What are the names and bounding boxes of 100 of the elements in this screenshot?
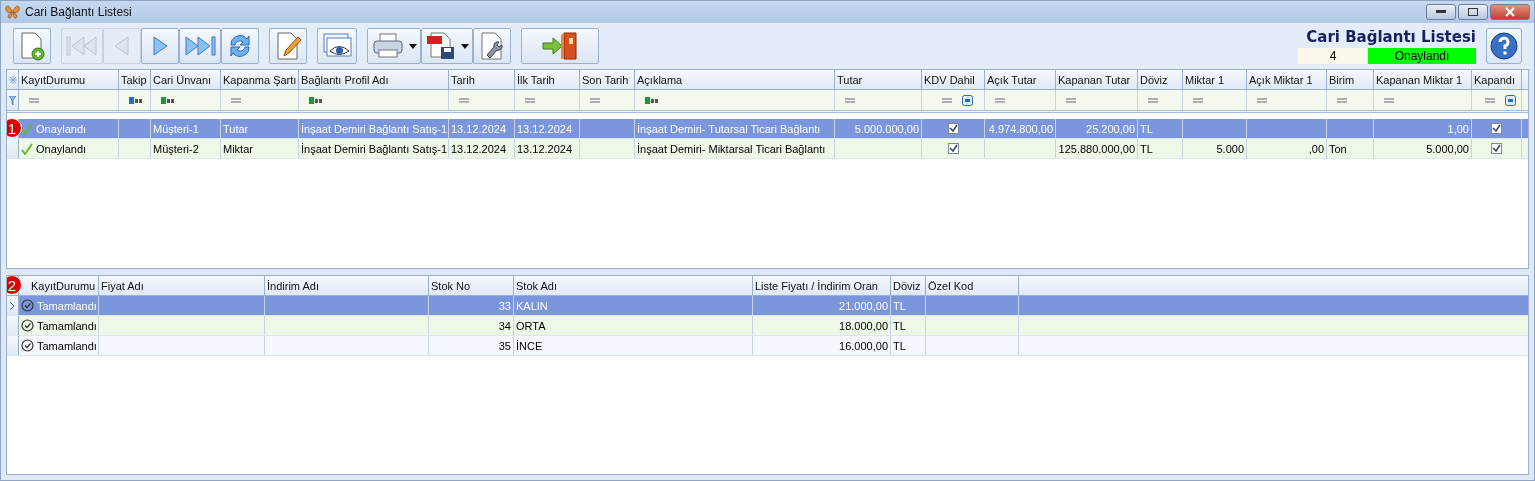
- filter-icon[interactable]: [9, 95, 16, 105]
- equals-filter-icon[interactable]: [1066, 97, 1076, 103]
- equals-filter-icon[interactable]: [459, 97, 469, 103]
- printer-icon: [371, 32, 405, 60]
- text-filter-icon[interactable]: [645, 96, 659, 104]
- edit-button[interactable]: [269, 28, 307, 64]
- settings-button[interactable]: [473, 28, 511, 64]
- table-cell: İnşaat Demiri- Miktarsal Ticari Bağlantı: [635, 139, 835, 158]
- exit-button[interactable]: [521, 28, 599, 64]
- table-cell: TL: [891, 316, 926, 335]
- column-header[interactable]: Tarih: [451, 73, 475, 86]
- checkmark-icon: [21, 142, 33, 155]
- refresh-button[interactable]: [221, 28, 259, 64]
- column-header[interactable]: Miktar 1: [1185, 73, 1225, 86]
- column-header[interactable]: Cari Ünvanı: [153, 73, 212, 86]
- equals-filter-icon[interactable]: [525, 97, 535, 103]
- table-row[interactable]: Tamamlandı 34 ORTA 18.000,00 TL: [7, 316, 1528, 336]
- table-row[interactable]: 1 Onaylandı Müşteri-1 Tutar İnşaat Demiri Bağlantı Satış-1 13.12.2024 13.12.2024 İnşaat Demiri- Tutarsal Ticari Bağlantı 5.000.000,00 4.974.800,00 25.200,00 TL 1,00: [7, 119, 1528, 139]
- column-header[interactable]: Liste Fiyatı / İndirim Oran: [755, 279, 878, 292]
- minimize-button[interactable]: [1426, 4, 1456, 20]
- column-header[interactable]: Birim: [1329, 73, 1355, 86]
- column-header[interactable]: Kapanan Miktar 1: [1376, 73, 1463, 86]
- text-filter-icon[interactable]: [129, 96, 143, 104]
- equals-filter-icon[interactable]: [1257, 97, 1267, 103]
- column-header[interactable]: İndirim Adı: [267, 279, 319, 292]
- equals-filter-icon[interactable]: [29, 97, 39, 103]
- checkmark-icon: [21, 122, 33, 135]
- last-button[interactable]: [179, 28, 221, 64]
- status-text: Tamamlandı: [37, 339, 97, 352]
- column-header[interactable]: Kapanan Tutar: [1058, 73, 1131, 86]
- next-button[interactable]: [141, 28, 179, 64]
- checkbox[interactable]: [947, 123, 959, 134]
- table-cell: Müşteri-1: [151, 119, 221, 138]
- equals-filter-icon[interactable]: [231, 97, 241, 103]
- butterfly-icon: [5, 5, 20, 19]
- column-header[interactable]: Bağlantı Profil Adı: [301, 73, 389, 86]
- record-count: 4: [1298, 48, 1368, 64]
- column-header[interactable]: KayıtDurumu: [21, 73, 86, 86]
- column-header[interactable]: Stok Adı: [516, 279, 557, 292]
- checkbox[interactable]: [1491, 123, 1502, 134]
- maximize-button[interactable]: [1458, 4, 1488, 20]
- text-filter-icon[interactable]: [161, 96, 175, 104]
- column-header[interactable]: Açıklama: [637, 73, 683, 86]
- edit-document-icon: [274, 31, 302, 61]
- table-cell: KALIN: [514, 296, 753, 315]
- column-header[interactable]: İlk Tarih: [517, 73, 555, 86]
- table-cell: 13.12.2024: [449, 139, 515, 158]
- column-header[interactable]: Takip: [121, 73, 147, 86]
- row-header[interactable]: [7, 296, 19, 315]
- new-button[interactable]: [13, 28, 51, 64]
- preview-button[interactable]: [317, 28, 357, 64]
- help-button[interactable]: [1486, 28, 1522, 64]
- checkbox[interactable]: [947, 143, 959, 154]
- pdf-button[interactable]: [421, 28, 473, 64]
- column-header[interactable]: Açık Tutar: [987, 73, 1037, 86]
- column-header[interactable]: Son Tarih: [582, 73, 629, 86]
- table-row[interactable]: Onaylandı Müşteri-2 Miktar İnşaat Demiri Bağlantı Satış-1 13.12.2024 13.12.2024 İnşaat Demiri- Miktarsal Ticari Bağlantı 125.880.000,00 TL 5.000 ,00 Ton 5.000,00: [7, 139, 1528, 159]
- column-header[interactable]: Döviz: [1140, 73, 1168, 86]
- table-row[interactable]: Tamamlandı 35 İNCE 16.000,00 TL: [7, 336, 1528, 356]
- equals-filter-icon[interactable]: [1193, 97, 1203, 103]
- column-header[interactable]: Kapandı: [1474, 73, 1515, 86]
- exit-door-icon: [540, 31, 580, 61]
- table-cell: Ton: [1327, 139, 1374, 158]
- column-header[interactable]: Döviz: [893, 279, 921, 292]
- column-header[interactable]: Stok No: [431, 279, 471, 292]
- minimize-icon: [1436, 10, 1446, 14]
- check-circle-icon: [21, 299, 34, 312]
- checkbox[interactable]: [1491, 143, 1502, 154]
- table-cell: 5.000: [1183, 139, 1247, 158]
- number-badge: 2: [7, 276, 22, 295]
- column-header[interactable]: KayıtDurumu: [31, 279, 96, 292]
- table-cell: 16.000,00: [753, 336, 891, 355]
- equals-filter-icon[interactable]: [1148, 97, 1158, 103]
- text-filter-icon[interactable]: [309, 96, 323, 104]
- column-header[interactable]: Fiyat Adı: [101, 279, 144, 292]
- restore-icon: [1468, 8, 1478, 16]
- equals-filter-icon[interactable]: [590, 97, 600, 103]
- equals-filter-icon[interactable]: [941, 97, 952, 103]
- column-header[interactable]: Açık Miktar 1: [1249, 73, 1313, 86]
- equals-filter-icon[interactable]: [1485, 97, 1495, 103]
- column-header[interactable]: Özel Kod: [928, 279, 974, 292]
- table-cell: Müşteri-2: [151, 139, 221, 158]
- check-circle-icon: [21, 319, 34, 332]
- equals-filter-icon[interactable]: [995, 97, 1005, 103]
- checkbox-filter-icon[interactable]: [961, 94, 973, 106]
- checkbox-filter-icon[interactable]: [1505, 94, 1516, 106]
- equals-filter-icon[interactable]: [1384, 97, 1394, 103]
- column-header[interactable]: KDV Dahil: [924, 73, 975, 86]
- table-cell: 5.000.000,00: [835, 119, 922, 138]
- column-chooser-icon[interactable]: [8, 75, 17, 84]
- table-cell: 1,00: [1374, 119, 1472, 138]
- equals-filter-icon[interactable]: [1337, 97, 1347, 103]
- equals-filter-icon[interactable]: [845, 97, 855, 103]
- table-cell: 13.12.2024: [515, 139, 580, 158]
- close-button[interactable]: [1490, 4, 1530, 20]
- table-cell: İnşaat Demiri Bağlantı Satış-1: [299, 119, 449, 138]
- status-text: Onaylandı: [36, 142, 87, 155]
- column-header[interactable]: Tutar: [837, 73, 863, 86]
- column-header[interactable]: Kapanma Şartı: [223, 73, 297, 86]
- table-cell: 35: [429, 336, 514, 355]
